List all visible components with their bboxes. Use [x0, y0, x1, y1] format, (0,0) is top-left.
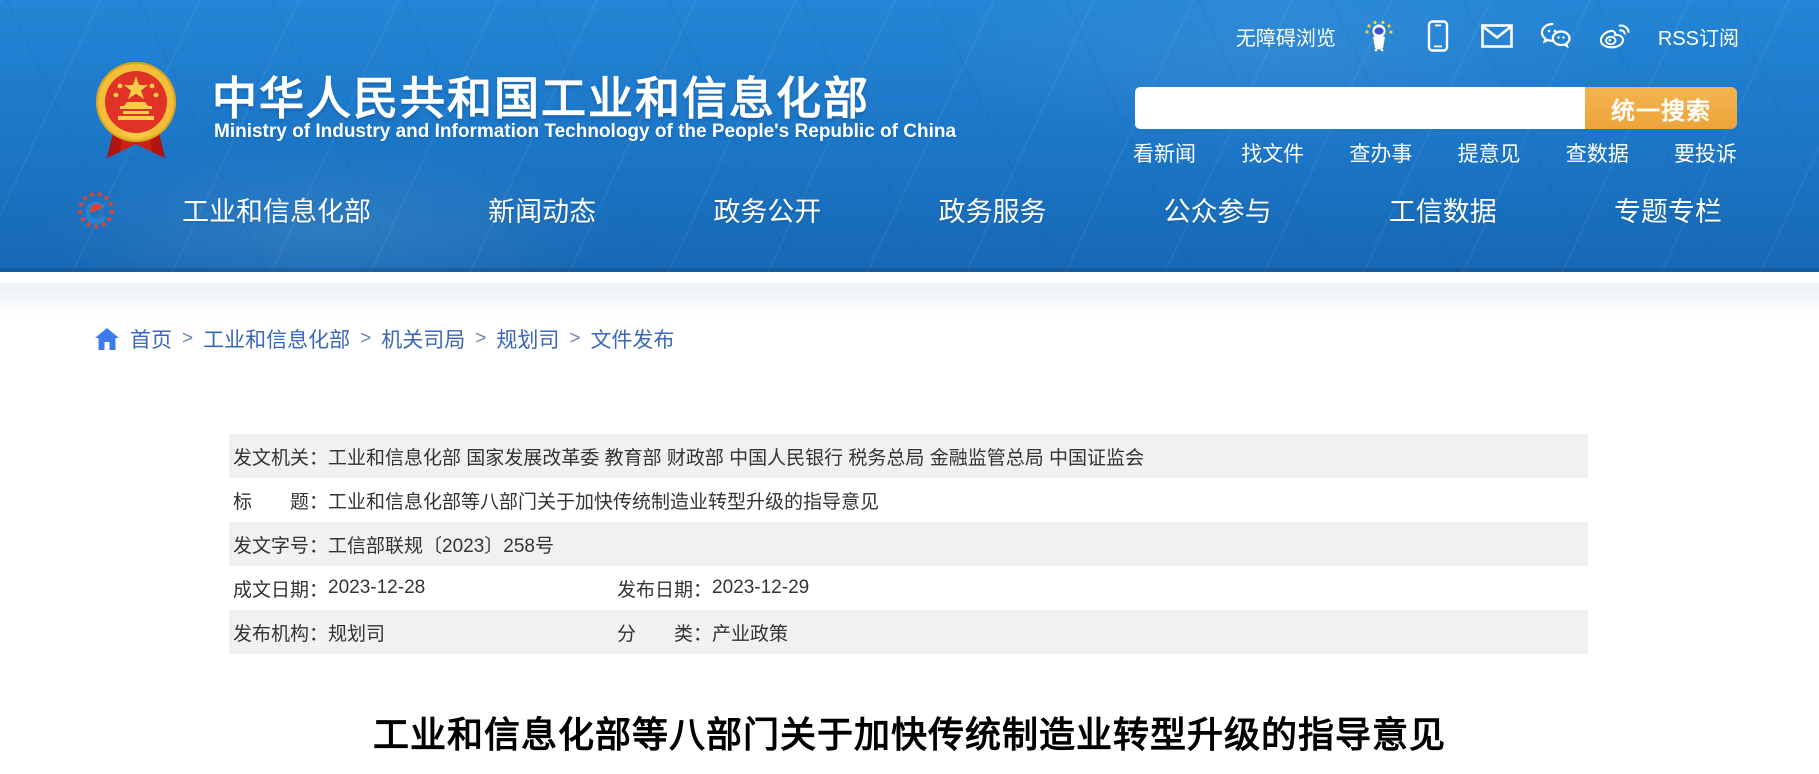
meta-label: 发文机关：	[233, 443, 328, 470]
nav-item-gov-disclosure[interactable]: 政务公开	[713, 190, 821, 229]
site-header: 无障碍浏览	[0, 0, 1819, 272]
site-title-en: Ministry of Industry and Information Tec…	[214, 121, 956, 143]
meta-value: 工业和信息化部 国家发展改革委 教育部 财政部 中国人民银行 税务总局 金融监管…	[328, 443, 1144, 470]
page: 无障碍浏览	[0, 0, 1819, 774]
table-row-publisher-category: 发布机构： 规划司 分 类： 产业政策	[229, 610, 1588, 654]
mail-icon[interactable]	[1481, 20, 1513, 52]
nav-item-gov-services[interactable]: 政务服务	[938, 190, 1046, 229]
utility-bar: 无障碍浏览	[1236, 18, 1739, 54]
meta-value: 工业和信息化部等八部门关于加快传统制造业转型升级的指导意见	[328, 487, 879, 514]
nav-item-public-participation[interactable]: 公众参与	[1164, 190, 1272, 229]
unified-search-button[interactable]: 统一搜索	[1585, 87, 1737, 129]
nav-item-news[interactable]: 新闻动态	[488, 190, 596, 229]
breadcrumb-separator: >	[569, 328, 580, 350]
search-bar: 统一搜索	[1135, 87, 1737, 129]
nav-item-special-topics[interactable]: 专题专栏	[1614, 190, 1722, 229]
table-row-document-number: 发文字号： 工信部联规〔2023〕258号	[229, 522, 1588, 566]
quick-link-feedback[interactable]: 提意见	[1458, 138, 1521, 168]
meta-value: 规划司	[328, 619, 385, 646]
breadcrumb-item-departments[interactable]: 机关司局	[381, 324, 465, 354]
quick-link-data[interactable]: 查数据	[1566, 138, 1629, 168]
quick-links: 看新闻 找文件 查办事 提意见 查数据 要投诉	[1133, 138, 1737, 168]
breadcrumb-item-document-release[interactable]: 文件发布	[590, 324, 674, 354]
meta-label: 标 题：	[233, 487, 328, 514]
breadcrumb-separator: >	[360, 328, 371, 350]
content-top-shade	[0, 283, 1819, 317]
mobile-icon[interactable]	[1422, 20, 1454, 52]
quick-link-documents[interactable]: 找文件	[1241, 138, 1304, 168]
meta-value: 2023-12-28	[328, 577, 425, 599]
meta-label: 发布机构：	[233, 619, 328, 646]
nav-items: 工业和信息化部 新闻动态 政务公开 政务服务 公众参与 工信数据 专题专栏	[182, 168, 1722, 250]
nav-item-miit-data[interactable]: 工信数据	[1389, 190, 1497, 229]
breadcrumb-separator: >	[182, 328, 193, 350]
site-title-cn: 中华人民共和国工业和信息化部	[212, 62, 870, 127]
meta-value: 工信部联规〔2023〕258号	[328, 531, 554, 558]
rss-link[interactable]: RSS订阅	[1658, 22, 1739, 51]
table-row-dates: 成文日期： 2023-12-28 发布日期： 2023-12-29	[229, 566, 1588, 610]
meta-label: 成文日期：	[233, 575, 328, 602]
china-national-emblem	[94, 58, 178, 162]
meta-value: 产业政策	[712, 619, 788, 646]
breadcrumb-item-planning-dept[interactable]: 规划司	[496, 324, 559, 354]
nav-item-miit[interactable]: 工业和信息化部	[182, 190, 371, 229]
breadcrumb: 首页 > 工业和信息化部 > 机关司局 > 规划司 > 文件发布	[94, 324, 674, 354]
robot-mascot-icon[interactable]	[1363, 20, 1395, 52]
weibo-icon[interactable]	[1599, 20, 1631, 52]
accessibility-link[interactable]: 无障碍浏览	[1236, 22, 1336, 51]
meta-value: 2023-12-29	[712, 577, 809, 599]
quick-link-services[interactable]: 查办事	[1349, 138, 1412, 168]
quick-link-complaint[interactable]: 要投诉	[1674, 138, 1737, 168]
meta-label: 发布日期：	[617, 575, 712, 602]
document-meta-table: 发文机关： 工业和信息化部 国家发展改革委 教育部 财政部 中国人民银行 税务总…	[229, 434, 1588, 654]
table-row-title: 标 题： 工业和信息化部等八部门关于加快传统制造业转型升级的指导意见	[229, 478, 1588, 522]
main-nav: 工业和信息化部 新闻动态 政务公开 政务服务 公众参与 工信数据 专题专栏	[0, 168, 1819, 250]
wechat-icon[interactable]	[1540, 20, 1572, 52]
document-title: 工业和信息化部等八部门关于加快传统制造业转型升级的指导意见	[0, 706, 1819, 758]
breadcrumb-separator: >	[475, 328, 486, 350]
meta-label: 分 类：	[617, 619, 712, 646]
search-input[interactable]	[1135, 87, 1585, 129]
breadcrumb-item-miit[interactable]: 工业和信息化部	[203, 324, 350, 354]
meta-label: 发文字号：	[233, 531, 328, 558]
breadcrumb-home[interactable]: 首页	[130, 324, 172, 354]
quick-link-news[interactable]: 看新闻	[1133, 138, 1196, 168]
table-row-issuing-agencies: 发文机关： 工业和信息化部 国家发展改革委 教育部 财政部 中国人民银行 税务总…	[229, 434, 1588, 478]
miit-e-logo-icon	[76, 190, 116, 230]
home-icon	[94, 327, 120, 351]
